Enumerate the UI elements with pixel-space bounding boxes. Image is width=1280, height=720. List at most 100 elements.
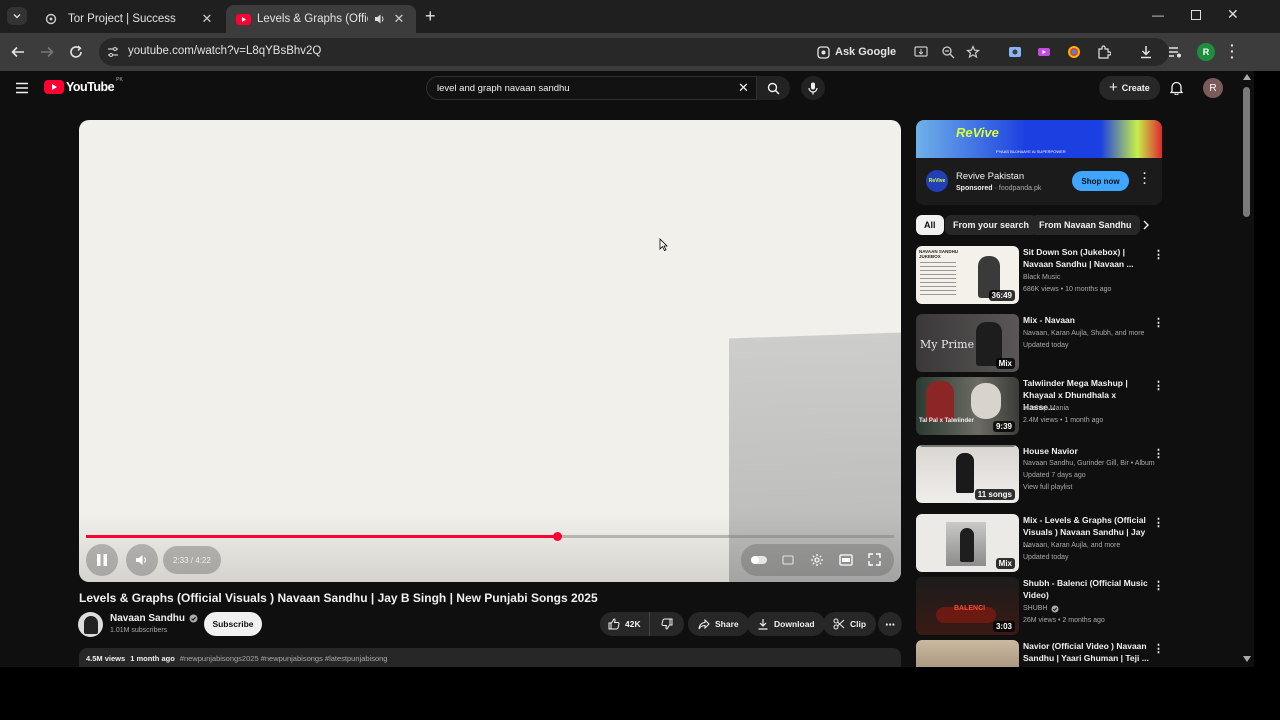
video-thumbnail[interactable]: My Prime Mix xyxy=(916,314,1019,372)
video-title[interactable]: Shubh - Balenci (Official Music Video) xyxy=(1023,577,1149,601)
create-label: Create xyxy=(1121,83,1150,93)
scrubber-knob[interactable] xyxy=(552,532,562,541)
video-thumbnail[interactable] xyxy=(916,640,1019,667)
recommendation-item[interactable]: NAVAAN SANDHU JUKEBOX 36:49 Sit Down Son… xyxy=(916,246,1166,304)
video-title[interactable]: House Navior xyxy=(1023,445,1149,457)
close-tab-icon[interactable]: ✕ xyxy=(200,12,214,26)
video-title[interactable]: Mix - Navaan xyxy=(1023,314,1149,326)
chevron-right-icon[interactable] xyxy=(1142,220,1150,230)
recommendation-item[interactable]: My Prime Mix Mix - Navaan Navaan, Karan … xyxy=(916,314,1166,372)
channel-avatar[interactable] xyxy=(78,612,103,637)
more-actions-button[interactable]: ··· xyxy=(878,612,902,636)
clear-search-icon[interactable]: ✕ xyxy=(738,80,749,96)
subtitles-icon[interactable] xyxy=(782,554,794,566)
page-scrollbar[interactable] xyxy=(1240,71,1254,667)
url-text[interactable]: youtube.com/watch?v=L8qYBsBhv2Q xyxy=(128,45,321,57)
volume-button[interactable] xyxy=(126,544,158,576)
hamburger-menu-icon[interactable] xyxy=(15,82,29,94)
fullscreen-icon[interactable] xyxy=(868,553,881,566)
recommendation-item[interactable]: Tal Pal x Talwiinder 9:39 Talwiinder Meg… xyxy=(916,377,1166,435)
recommendation-item[interactable]: 11 songs House Navior Navaan Sandhu, Gur… xyxy=(916,445,1166,503)
download-button[interactable]: Download xyxy=(747,612,825,636)
share-button[interactable]: Share xyxy=(688,612,749,636)
scrollbar-thumb[interactable] xyxy=(1243,87,1250,217)
chip-from-your-search[interactable]: From your search xyxy=(945,215,1038,235)
subscribe-button[interactable]: Subscribe xyxy=(204,612,262,636)
dislike-button[interactable] xyxy=(650,612,684,636)
video-player[interactable]: 2:33 / 4:22 xyxy=(79,120,901,582)
autoplay-toggle[interactable] xyxy=(751,556,767,564)
more-options-icon[interactable]: ⋮ xyxy=(1153,642,1164,655)
notifications-bell-icon[interactable] xyxy=(1170,81,1183,95)
video-meta: Updated today xyxy=(1023,554,1069,561)
ad-card[interactable]: ReVive Revive Pakistan Sponsored · foodp… xyxy=(916,158,1162,205)
shop-now-button[interactable]: Shop now xyxy=(1072,171,1129,191)
scroll-down-arrow-icon[interactable] xyxy=(1243,656,1251,662)
browser-menu-icon[interactable]: · · · xyxy=(1230,38,1235,64)
extension-screenshot-icon[interactable] xyxy=(1008,45,1022,59)
chip-from-navaan-sandhu[interactable]: From Navaan Sandhu xyxy=(1031,215,1140,235)
video-thumbnail[interactable]: Mix xyxy=(916,514,1019,572)
forward-arrow-icon[interactable] xyxy=(40,45,54,59)
voice-search-button[interactable] xyxy=(801,76,825,100)
view-full-playlist-link[interactable]: View full playlist xyxy=(1023,482,1163,494)
site-info-icon[interactable] xyxy=(107,46,119,58)
extension-color-icon[interactable] xyxy=(1067,45,1081,59)
video-thumbnail[interactable]: 11 songs xyxy=(916,445,1019,503)
ad-menu-icon[interactable]: · · · xyxy=(1143,169,1147,190)
channel-name-row[interactable]: Navaan Sandhu xyxy=(110,613,198,624)
video-thumbnail[interactable]: NAVAAN SANDHU JUKEBOX 36:49 xyxy=(916,246,1019,304)
scroll-up-arrow-icon[interactable] xyxy=(1243,74,1251,80)
video-thumbnail[interactable]: Tal Pal x Talwiinder 9:39 xyxy=(916,377,1019,435)
video-title[interactable]: Navior (Official Video ) Navaan Sandhu |… xyxy=(1023,640,1149,664)
back-arrow-icon[interactable] xyxy=(11,45,25,59)
channel-name[interactable]: Navaan Sandhu xyxy=(110,613,185,624)
youtube-logo[interactable]: YouTube PK xyxy=(44,77,123,94)
close-tab-icon[interactable]: ✕ xyxy=(392,12,406,26)
recommendation-item[interactable]: Mix Mix - Levels & Graphs (Official Visu… xyxy=(916,514,1166,572)
more-options-icon[interactable]: ⋮ xyxy=(1153,248,1164,261)
settings-gear-icon[interactable] xyxy=(810,553,824,567)
account-avatar[interactable]: R xyxy=(1203,78,1223,98)
more-options-icon[interactable]: ⋮ xyxy=(1153,516,1164,529)
search-button[interactable] xyxy=(757,76,790,100)
hashtags[interactable]: #newpunjabisongs2025 #newpunjabisongs #l… xyxy=(180,654,388,663)
progress-track[interactable] xyxy=(86,532,894,541)
recommendation-item[interactable]: Navior (Official Video ) Navaan Sandhu |… xyxy=(916,640,1166,667)
like-button[interactable]: 42K xyxy=(600,612,650,636)
chip-all[interactable]: All xyxy=(916,215,944,235)
tab-tor-project[interactable]: Tor Project | Success ✕ xyxy=(34,5,224,33)
install-app-icon[interactable] xyxy=(914,45,928,59)
minimize-button[interactable]: — xyxy=(1152,8,1164,22)
profile-avatar[interactable]: R xyxy=(1197,43,1215,61)
new-tab-button[interactable]: + xyxy=(425,7,436,25)
more-options-icon[interactable]: ⋮ xyxy=(1153,379,1164,392)
description-box[interactable]: 4.5M views 1 month ago #newpunjabisongs2… xyxy=(79,648,901,667)
recommendation-item[interactable]: BALENCI 3:03 Shubh - Balenci (Official M… xyxy=(916,577,1166,635)
zoom-icon[interactable] xyxy=(941,45,955,59)
downloads-icon[interactable] xyxy=(1139,45,1153,59)
more-options-icon[interactable]: ⋮ xyxy=(1153,579,1164,592)
ask-google-button[interactable]: Ask Google xyxy=(817,42,896,62)
bookmark-star-icon[interactable] xyxy=(966,45,980,59)
tab-youtube-active[interactable]: Levels & Graphs (Official Vi ✕ xyxy=(226,5,416,33)
tor-favicon-icon xyxy=(45,13,57,25)
create-button[interactable]: + Create xyxy=(1099,76,1160,100)
close-window-button[interactable]: ✕ xyxy=(1227,6,1239,23)
media-controls-icon[interactable] xyxy=(1168,45,1182,59)
search-input[interactable]: level and graph navaan sandhu ✕ xyxy=(426,76,757,100)
video-title[interactable]: Sit Down Son (Jukebox) | Navaan Sandhu |… xyxy=(1023,246,1149,270)
audio-playing-icon[interactable] xyxy=(374,13,386,25)
theater-mode-icon[interactable] xyxy=(839,554,853,566)
more-options-icon[interactable]: ⋮ xyxy=(1153,316,1164,329)
video-thumbnail[interactable]: BALENCI 3:03 xyxy=(916,577,1019,635)
pause-button[interactable] xyxy=(86,544,118,576)
maximize-button[interactable] xyxy=(1191,10,1201,20)
reload-icon[interactable] xyxy=(69,45,83,59)
extension-video-icon[interactable] xyxy=(1037,45,1051,59)
tab-search-button[interactable] xyxy=(7,7,27,25)
more-options-icon[interactable]: ⋮ xyxy=(1153,447,1164,460)
extensions-puzzle-icon[interactable] xyxy=(1097,45,1111,59)
clip-button[interactable]: Clip xyxy=(823,612,877,636)
ad-banner[interactable]: ReVive PYAAS BUJHAAYE AI SUPERPOWER xyxy=(916,120,1162,158)
